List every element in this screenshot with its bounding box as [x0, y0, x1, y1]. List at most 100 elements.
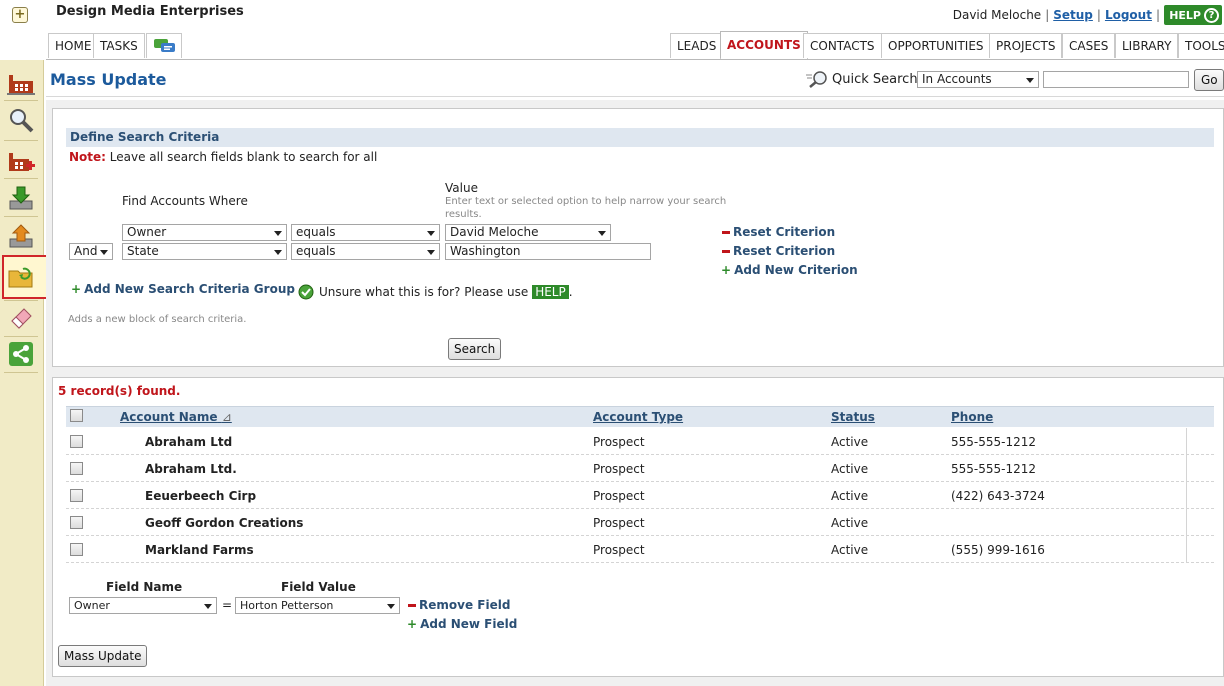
row-account-name[interactable]: Abraham Ltd.	[145, 462, 237, 476]
minus-icon	[722, 250, 730, 253]
row-phone: (422) 643-3724	[951, 489, 1045, 503]
import-icon[interactable]	[5, 182, 37, 214]
update-value: Horton Petterson	[240, 599, 334, 612]
remove-field-link[interactable]: Remove Field	[408, 598, 510, 612]
row-account-type: Prospect	[593, 435, 645, 449]
mass-update-folder-icon[interactable]	[5, 261, 37, 293]
chevron-down-icon	[598, 231, 606, 236]
add-criteria-group-label: Add New Search Criteria Group	[84, 282, 295, 296]
row-checkbox[interactable]	[70, 435, 83, 448]
chevron-down-icon	[274, 250, 282, 255]
tab-accounts[interactable]: ACCOUNTS	[720, 31, 808, 60]
tab-projects[interactable]: PROJECTS	[989, 33, 1063, 58]
quick-search-input[interactable]	[1043, 71, 1189, 88]
row-checkbox[interactable]	[70, 462, 83, 475]
add-new-criterion-link[interactable]: + Add New Criterion	[721, 263, 858, 277]
row-phone: (555) 999-1616	[951, 543, 1045, 557]
tab-chat[interactable]	[146, 33, 182, 58]
minus-icon	[722, 231, 730, 234]
column-phone[interactable]: Phone	[951, 410, 993, 424]
column-account-name[interactable]: Account Name ⊿	[120, 410, 232, 424]
row-phone: 555-555-1212	[951, 435, 1037, 449]
row-status: Active	[831, 543, 869, 557]
share-icon[interactable]	[5, 338, 37, 370]
company-name: Design Media Enterprises	[56, 4, 244, 19]
reset-criterion-2-link[interactable]: Reset Criterion	[722, 244, 835, 258]
chat-bubbles-icon	[154, 39, 175, 52]
value-label: Value	[445, 181, 478, 195]
criterion-1-field-value: Owner	[127, 225, 167, 239]
quick-search-icon	[806, 71, 827, 88]
chevron-down-icon	[204, 604, 212, 609]
table-row: Eeuerbeech Cirp Prospect Active (422) 64…	[66, 482, 1214, 509]
chevron-down-icon	[427, 250, 435, 255]
add-criteria-group-link[interactable]: + Add New Search Criteria Group	[71, 282, 295, 296]
row-checkbox[interactable]	[70, 543, 83, 556]
search-magnifier-icon[interactable]	[5, 104, 37, 136]
unsure-help-link[interactable]: HELP	[532, 285, 569, 299]
tab-home[interactable]: HOME	[48, 33, 99, 58]
update-value-select[interactable]: Horton Petterson	[235, 597, 400, 614]
add-account-icon[interactable]	[5, 144, 37, 176]
add-new-field-link[interactable]: + Add New Field	[407, 617, 517, 631]
select-all-checkbox[interactable]	[70, 409, 83, 422]
find-accounts-where-label: Find Accounts Where	[122, 194, 248, 208]
row-account-name[interactable]: Eeuerbeech Cirp	[145, 489, 256, 503]
quick-search-label: Quick Search	[832, 72, 918, 87]
tab-leads[interactable]: LEADS	[670, 33, 724, 58]
eraser-icon[interactable]	[5, 301, 37, 333]
chevron-down-icon	[100, 250, 108, 255]
note-label: Note:	[69, 150, 106, 164]
tab-tasks[interactable]: TASKS	[93, 33, 145, 58]
field-name-label: Field Name	[106, 580, 183, 594]
reset-criterion-1-link[interactable]: Reset Criterion	[722, 225, 835, 239]
quick-search-scope-select[interactable]: In Accounts	[917, 71, 1039, 88]
tab-library[interactable]: LIBRARY	[1115, 33, 1179, 58]
user-name: David Meloche	[952, 8, 1042, 22]
table-row: Abraham Ltd. Prospect Active 555-555-121…	[66, 455, 1214, 482]
logout-link[interactable]: Logout	[1105, 8, 1152, 22]
criterion-1-value-select[interactable]: David Meloche	[445, 224, 611, 241]
tab-tools[interactable]: TOOLS	[1178, 33, 1224, 58]
criterion-2-operator-value: equals	[296, 244, 336, 258]
accounts-building-icon[interactable]	[5, 66, 37, 98]
update-field-select[interactable]: Owner	[69, 597, 217, 614]
export-icon[interactable]	[5, 220, 37, 252]
equals-sign: =	[222, 598, 233, 612]
column-account-name-label: Account Name	[120, 410, 218, 424]
row-account-name[interactable]: Geoff Gordon Creations	[145, 516, 303, 530]
setup-link[interactable]: Setup	[1053, 8, 1093, 22]
criterion-2-conjunction-select[interactable]: And	[69, 243, 113, 260]
column-status[interactable]: Status	[831, 410, 875, 424]
chevron-down-icon	[1026, 78, 1034, 83]
criterion-2-operator-select[interactable]: equals	[291, 243, 440, 260]
criterion-1-operator-select[interactable]: equals	[291, 224, 440, 241]
tab-opportunities[interactable]: OPPORTUNITIES	[881, 33, 991, 58]
criterion-1-operator-value: equals	[296, 225, 336, 239]
column-account-type[interactable]: Account Type	[593, 410, 683, 424]
row-account-type: Prospect	[593, 516, 645, 530]
row-account-name[interactable]: Abraham Ltd	[145, 435, 232, 449]
tab-contacts[interactable]: CONTACTS	[803, 33, 882, 58]
go-button[interactable]: Go	[1194, 69, 1224, 91]
expand-plus-icon[interactable]: +	[12, 7, 28, 23]
criterion-1-field-select[interactable]: Owner	[122, 224, 287, 241]
unsure-period: .	[568, 285, 573, 299]
row-checkbox[interactable]	[70, 489, 83, 502]
add-group-hint: Adds a new block of search criteria.	[68, 314, 247, 325]
chevron-down-icon	[274, 231, 282, 236]
row-account-type: Prospect	[593, 543, 645, 557]
records-found: 5 record(s) found.	[58, 384, 181, 398]
note-text: Leave all search fields blank to search …	[105, 150, 378, 164]
criterion-2-value-input[interactable]: Washington	[445, 243, 651, 260]
search-button[interactable]: Search	[448, 338, 502, 360]
unsure-text: Unsure what this is for? Please use	[319, 285, 529, 299]
criterion-2-field-value: State	[127, 244, 159, 258]
help-button[interactable]: HELP ?	[1164, 5, 1222, 25]
row-phone: 555-555-1212	[951, 462, 1037, 476]
criterion-2-field-select[interactable]: State	[122, 243, 287, 260]
row-checkbox[interactable]	[70, 516, 83, 529]
mass-update-button[interactable]: Mass Update	[58, 645, 148, 667]
tab-cases[interactable]: CASES	[1062, 33, 1116, 58]
row-account-name[interactable]: Markland Farms	[145, 543, 254, 557]
